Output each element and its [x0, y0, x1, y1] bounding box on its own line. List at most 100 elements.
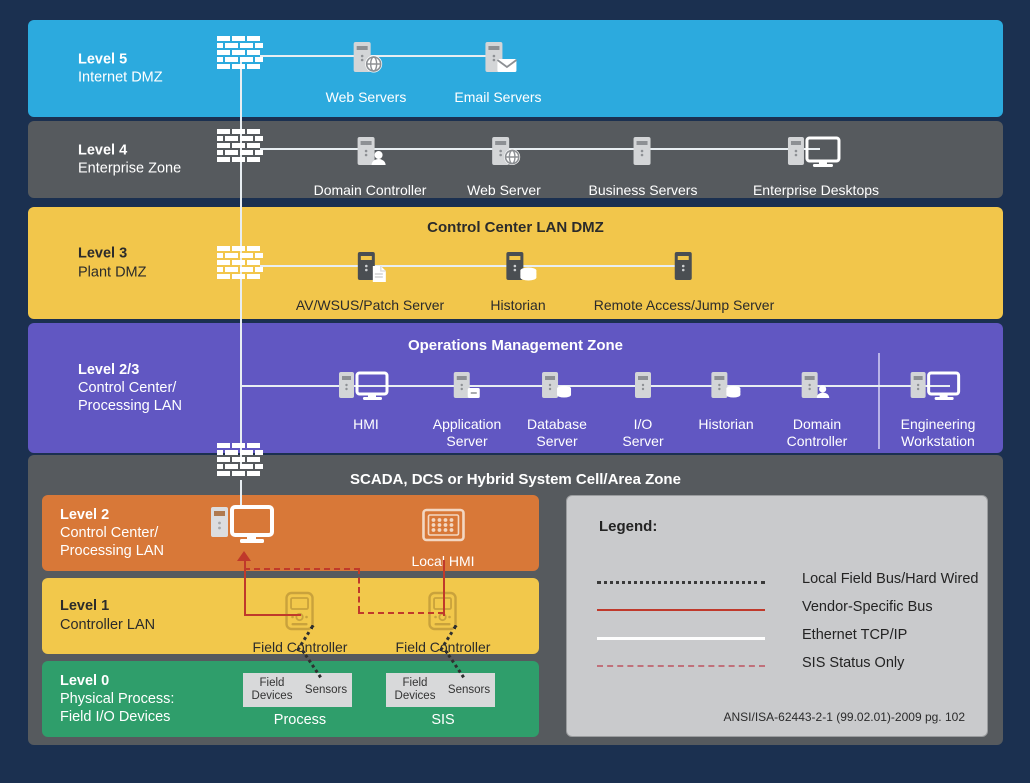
legend-item-sis-status: SIS Status Only	[597, 655, 1017, 677]
legend-label-1: Vendor-Specific Bus	[802, 599, 933, 615]
node-io-server[interactable]: I/O Server	[622, 365, 664, 450]
zone-level3-title: Control Center LAN DMZ	[427, 219, 604, 236]
server-desktop-icon	[337, 365, 395, 411]
device-box-field-devices-sis[interactable]: Field Devices	[386, 673, 444, 707]
node-domain-controller[interactable]: Domain Controller	[313, 131, 427, 199]
server-app-icon	[433, 365, 502, 411]
node-hmi[interactable]: HMI	[337, 365, 395, 433]
node-historian-l23[interactable]: Historian	[698, 365, 754, 433]
server-email-icon	[454, 38, 541, 84]
legend-title: Legend:	[599, 518, 658, 535]
zone-level23[interactable]: Level 2/3 Control Center/ Processing LAN…	[28, 323, 1003, 453]
node-label: Historian	[698, 416, 754, 432]
node-label: Historian	[490, 297, 546, 313]
device-box-field-devices-process[interactable]: Field Devices	[243, 673, 301, 707]
server-database-icon	[490, 246, 545, 292]
hmi-panel-icon	[411, 502, 474, 548]
workstation-icon	[207, 505, 281, 551]
legend-label-0: Local Field Bus/Hard Wired	[802, 571, 979, 587]
node-enterprise-desktops[interactable]: Enterprise Desktops	[753, 131, 879, 199]
firewall-icon[interactable]	[217, 246, 263, 284]
node-label: Business Servers	[588, 182, 698, 198]
firewall-icon[interactable]	[217, 129, 263, 167]
device-box-sensors-sis[interactable]: Sensors	[443, 673, 495, 707]
vendor-bus-horizontal-left	[244, 614, 301, 616]
zone-level23-level: Level 2/3	[78, 361, 140, 378]
firewall-icon[interactable]	[217, 443, 263, 481]
node-label: Domain Controller	[313, 182, 427, 198]
zone-level0-level: Level 0	[60, 672, 110, 689]
sis-status-horizontal-lower	[358, 612, 444, 614]
legend-swatch-solid-red	[597, 609, 765, 611]
zone-level23-sub-1: Control Center/	[78, 379, 177, 396]
plc-icon	[253, 588, 348, 634]
zone-level2-sub-1: Control Center/	[60, 524, 159, 541]
zone-level2-sub-2: Processing LAN	[60, 543, 164, 560]
node-engineering-workstation[interactable]: Engineering Workstation	[900, 365, 976, 450]
zone-level2-label: Level 2 Control Center/ Processing LAN	[60, 506, 164, 560]
node-email-servers[interactable]: Email Servers	[454, 38, 542, 106]
legend-panel[interactable]: Legend: Local Field Bus/Hard Wired Vendo…	[566, 495, 988, 737]
group-label-process: Process	[273, 712, 327, 728]
zone-level4-label: Level 4 Enterprise Zone	[78, 141, 181, 178]
legend-swatch-dashed-red	[597, 665, 765, 667]
legend-label-2: Ethernet TCP/IP	[802, 627, 908, 643]
node-application-server[interactable]: Application Server	[432, 365, 502, 450]
server-database-icon	[698, 365, 753, 411]
zone-level2-level: Level 2	[60, 506, 110, 523]
vendor-bus-vertical-right	[443, 560, 445, 616]
server-user-icon	[314, 131, 427, 177]
zone-level5-label: Level 5 Internet DMZ	[78, 50, 163, 87]
server-database-icon	[527, 365, 587, 411]
device-box-sensors-process[interactable]: Sensors	[300, 673, 352, 707]
node-domain-controller-l23[interactable]: Domain Controller	[786, 365, 848, 450]
node-label: Remote Access/Jump Server	[593, 297, 775, 313]
zone-level1-label: Level 1 Controller LAN	[60, 597, 155, 635]
group-label-sis: SIS	[431, 712, 455, 728]
sis-status-arrow-icon	[237, 551, 251, 561]
node-label-line1: Engineering	[900, 416, 976, 432]
legend-item-local-field-bus: Local Field Bus/Hard Wired	[597, 571, 1017, 593]
zone-level1-sub-1: Controller LAN	[60, 617, 156, 633]
server-document-icon	[296, 246, 444, 292]
node-business-servers[interactable]: Business Servers	[588, 131, 698, 199]
device-box-line1: Sensors	[447, 683, 491, 696]
node-label-line2: Workstation	[901, 432, 975, 449]
node-label-line2: Server	[446, 432, 488, 449]
node-label-line2: Controller	[786, 432, 848, 449]
server-desktop-icon	[901, 365, 976, 411]
legend-item-ethernet: Ethernet TCP/IP	[597, 627, 1017, 649]
zone-level0-label: Level 0 Physical Process: Field I/O Devi…	[60, 672, 174, 726]
zone-level3-level: Level 3	[78, 245, 128, 262]
node-control-workstation[interactable]	[207, 505, 281, 556]
engineering-workstation-divider	[878, 353, 880, 449]
node-label-line2: Server	[536, 432, 578, 449]
node-av-wsus-patch-server[interactable]: AV/WSUS/Patch Server	[296, 246, 444, 314]
device-box-line1: Field	[402, 677, 428, 690]
legend-swatch-solid-white	[597, 637, 765, 640]
node-label-line2: Server	[622, 432, 664, 449]
node-label-line1: Application	[432, 416, 502, 432]
zone-level4-level: Level 4	[78, 141, 128, 158]
zone-level23-label: Level 2/3 Control Center/ Processing LAN	[78, 361, 182, 415]
server-icon	[622, 365, 664, 411]
server-icon	[589, 131, 698, 177]
node-label: Web Server	[467, 182, 541, 198]
server-user-icon	[787, 365, 848, 411]
zone-level3-sub: Plant DMZ	[78, 264, 147, 280]
sis-status-vertical	[358, 568, 360, 612]
firewall-icon[interactable]	[217, 36, 263, 74]
node-web-servers[interactable]: Web Servers	[326, 38, 407, 106]
node-historian-l3[interactable]: Historian	[490, 246, 546, 314]
legend-item-vendor-bus: Vendor-Specific Bus	[597, 599, 1017, 621]
device-box-line2: Devices	[394, 690, 436, 702]
server-desktop-icon	[753, 131, 879, 177]
node-remote-access-jump-server[interactable]: Remote Access/Jump Server	[593, 246, 775, 314]
node-label: Email Servers	[454, 89, 542, 105]
legend-swatch-dotted	[597, 581, 765, 584]
node-web-server[interactable]: Web Server	[467, 131, 541, 199]
server-web-icon	[326, 38, 407, 84]
server-web-icon	[467, 131, 541, 177]
node-database-server[interactable]: Database Server	[527, 365, 587, 450]
node-label: AV/WSUS/Patch Server	[295, 297, 445, 313]
